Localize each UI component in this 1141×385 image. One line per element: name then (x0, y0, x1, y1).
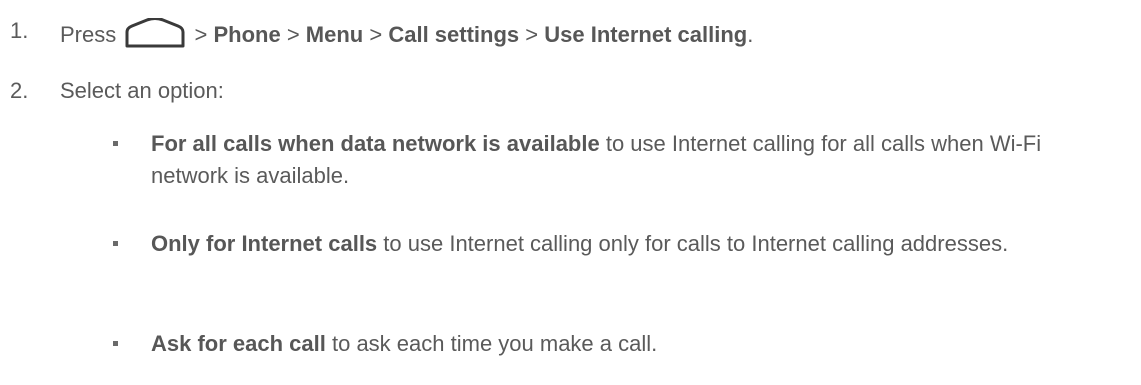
option-text: For all calls when data network is avail… (151, 128, 1101, 192)
press-label: Press (60, 22, 117, 47)
step-2-text: Select an option: (60, 78, 224, 103)
bullet-marker (113, 241, 118, 246)
path-separator: > (369, 22, 389, 47)
option-description: to ask each time you make a call. (325, 331, 658, 356)
option-title: Only for Internet calls (151, 231, 378, 256)
step-number: 2. (10, 78, 29, 103)
option-text: Only for Internet calls to use Internet … (151, 228, 1101, 260)
path-separator: > (525, 22, 545, 47)
option-title: For all calls when data network is avail… (151, 131, 600, 156)
option-title: Ask for each call (151, 331, 326, 356)
home-icon (124, 17, 186, 48)
path-phone: Phone (213, 22, 281, 47)
step-end-period: . (747, 22, 754, 47)
option-description: to use Internet calling only for calls t… (377, 231, 1009, 256)
bullet-marker (113, 141, 118, 146)
step-number: 1. (10, 18, 29, 43)
path-separator: > (286, 22, 306, 47)
path-use-internet-calling: Use Internet calling (544, 22, 748, 47)
path-call-settings: Call settings (388, 22, 520, 47)
step-1-text: Press > Phone > Menu > Call settings > U… (60, 17, 754, 48)
path-separator: > (194, 22, 214, 47)
bullet-marker (113, 341, 118, 346)
option-text: Ask for each call to ask each time you m… (151, 328, 1101, 360)
path-menu: Menu (305, 22, 364, 47)
